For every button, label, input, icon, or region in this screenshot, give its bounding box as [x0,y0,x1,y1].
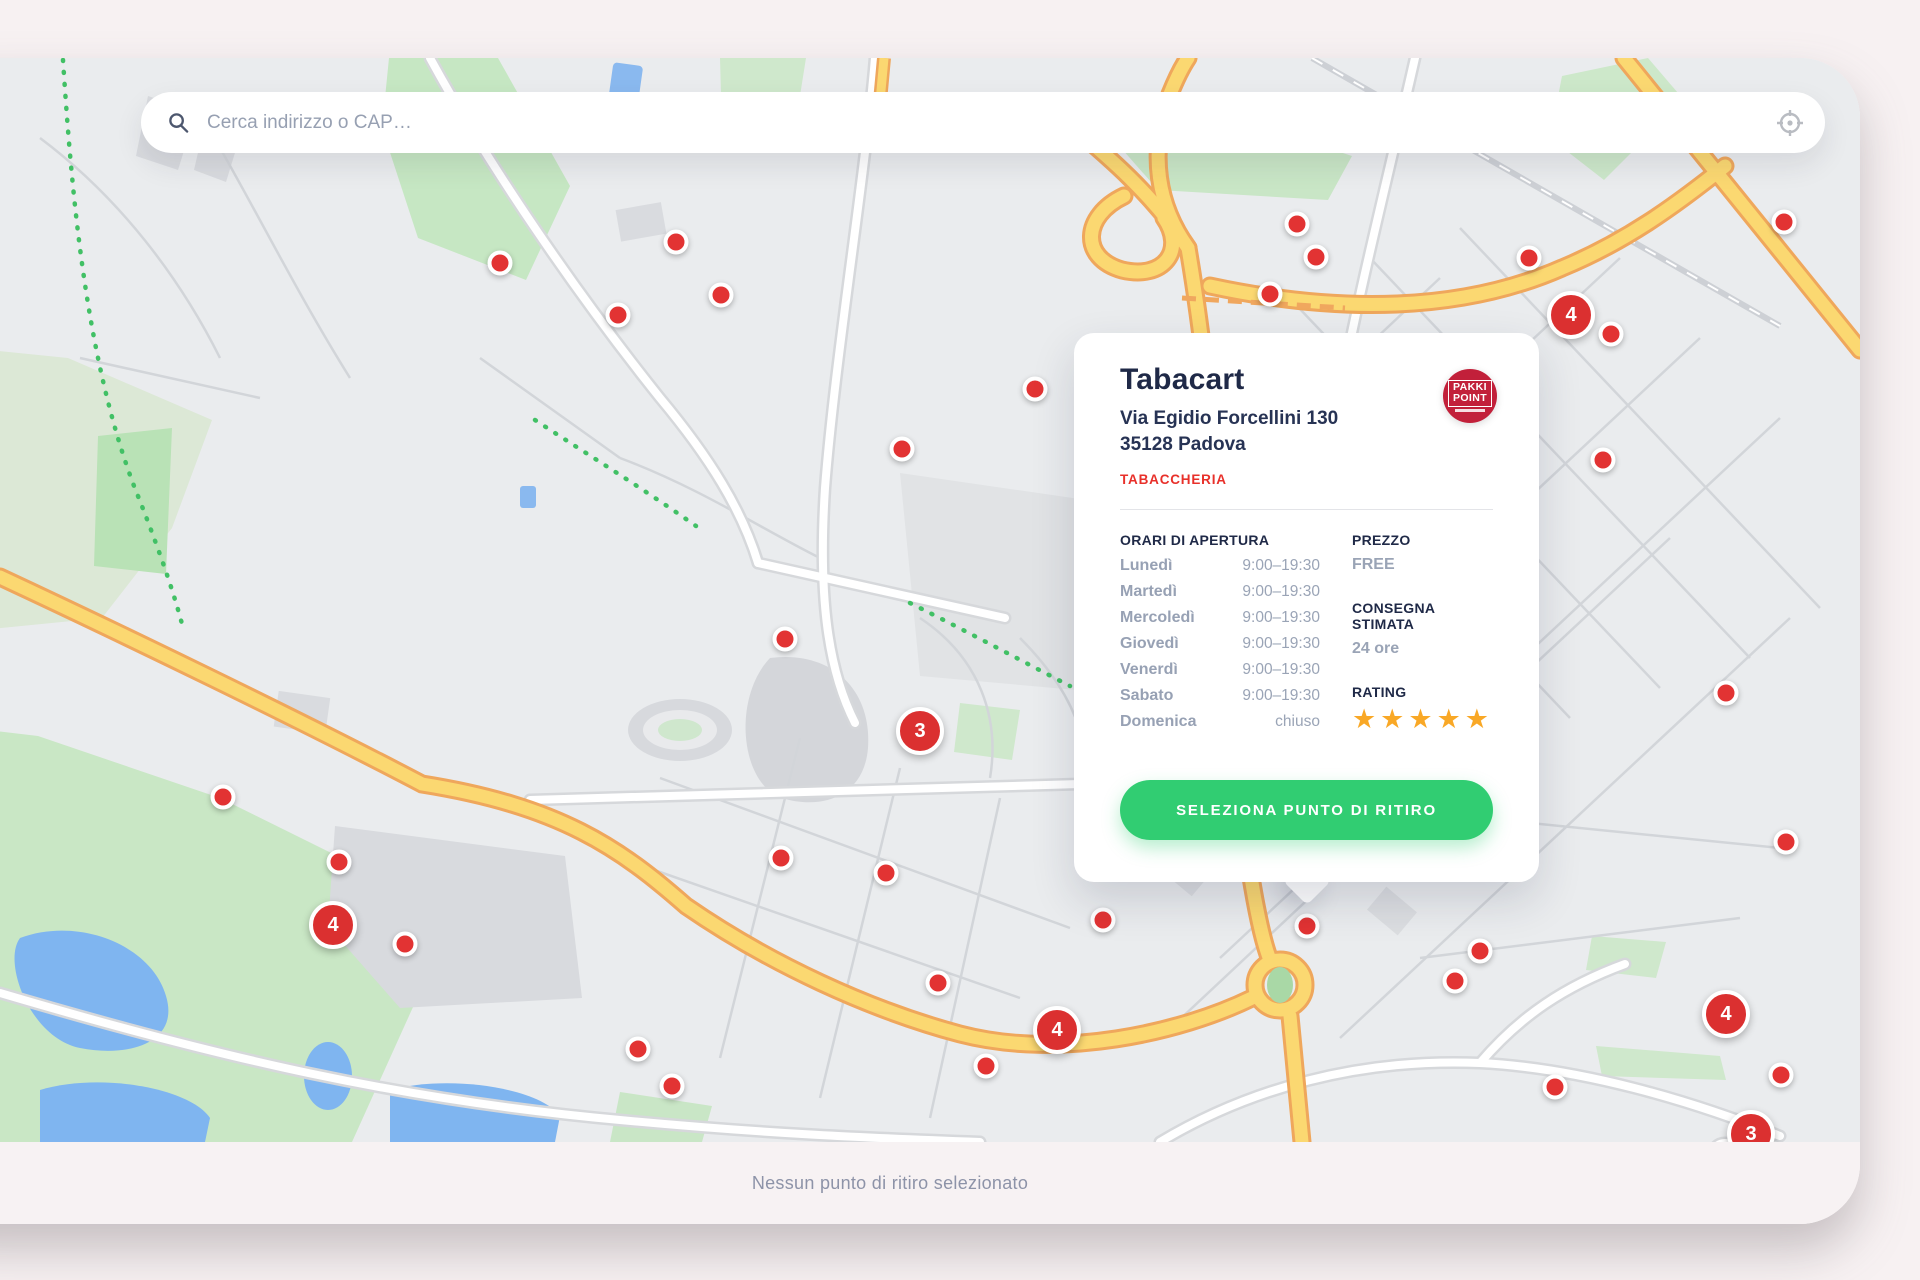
map-pin[interactable] [1542,1074,1568,1100]
map-pin[interactable] [1257,281,1283,307]
map-pin[interactable] [1516,245,1542,271]
map-pin[interactable] [1768,1062,1794,1088]
map-pin[interactable] [1590,447,1616,473]
map-pin[interactable] [663,229,689,255]
popup-address-line2: 35128 Padova [1120,434,1246,455]
map-pin[interactable] [659,1073,685,1099]
hours-heading: ORARI DI APERTURA [1120,532,1270,548]
map-pin[interactable] [1771,209,1797,235]
status-text: Nessun punto di ritiro selezionato [751,1172,1029,1193]
price-value: FREE [1351,556,1395,573]
hours-row: Venerdì 9:00–19:30 [1120,661,1320,678]
map-pin[interactable] [1442,968,1468,994]
map-pin[interactable] [708,282,734,308]
popup-category-badge: TABACCHERIA [1120,472,1227,487]
rating-stars: ★★★★★ [1351,704,1493,734]
popup-title: Tabacart [1120,363,1245,396]
cluster-marker[interactable]: 4 [1702,990,1750,1038]
search-input[interactable] [205,110,1825,135]
marker-layer: 4 3 4 4 4 3 [0,58,1860,1142]
delivery-value: 24 ore [1351,640,1400,657]
map-pin[interactable] [1284,211,1310,237]
map-pin[interactable] [625,1036,651,1062]
hours-row: Sabato 9:00–19:30 [1120,687,1320,704]
map-pin[interactable] [326,849,352,875]
hours-row: Lunedì 9:00–19:30 [1120,557,1320,574]
popup-divider [1120,509,1493,510]
delivery-section: CONSEGNA STIMATA 24 ore [1352,600,1493,658]
price-heading: PREZZO [1351,532,1411,548]
map-panel: 4 3 4 4 4 3 Tabacart Via Egidio Forcellini 13… [0,58,1860,1224]
search-icon [169,113,189,133]
status-bar: Nessun punto di ritiro selezionato [0,1142,1860,1224]
cluster-marker[interactable]: 4 [1033,1006,1081,1054]
map-pin[interactable] [889,436,915,462]
map-pin[interactable] [210,784,236,810]
map-pin[interactable] [1598,321,1624,347]
map-pin[interactable] [1090,907,1116,933]
rating-section: RATING ★★★★★ [1352,684,1493,734]
map-pin[interactable] [1773,829,1799,855]
delivery-heading: CONSEGNA STIMATA [1351,600,1435,632]
locate-me-button[interactable] [1775,108,1805,138]
cluster-marker[interactable]: 4 [1547,291,1595,339]
page: 4 3 4 4 4 3 Tabacart Via Egidio Forcellini 13… [0,0,1920,1280]
map-pin[interactable] [1713,680,1739,706]
pakkipoint-logo: PAKKI POINT [1443,369,1497,423]
rating-heading: RATING [1351,684,1407,700]
map-pin[interactable] [1022,376,1048,402]
hours-row: Martedì 9:00–19:30 [1120,583,1320,600]
logo-line2: POINT [1452,392,1488,405]
hours-row: Domenica chiuso [1120,713,1320,730]
map-pin[interactable] [873,860,899,886]
pickup-point-popup: Tabacart Via Egidio Forcellini 130 35128… [1074,333,1539,882]
map-pin[interactable] [925,970,951,996]
price-section: PREZZO FREE [1352,532,1493,574]
cluster-marker[interactable]: 3 [896,707,944,755]
map-pin[interactable] [768,845,794,871]
popup-address-line1: Via Egidio Forcellini 130 [1120,408,1339,429]
map-pin[interactable] [772,626,798,652]
map-pin[interactable] [487,250,513,276]
hours-row: Giovedì 9:00–19:30 [1120,635,1320,652]
selected-pin[interactable] [1294,913,1320,939]
map-pin[interactable] [392,931,418,957]
cluster-marker[interactable]: 4 [309,901,357,949]
cluster-marker[interactable]: 3 [1727,1110,1775,1142]
map-pin[interactable] [1467,938,1493,964]
map-pin[interactable] [1303,244,1329,270]
map-canvas[interactable]: 4 3 4 4 4 3 Tabacart Via Egidio Forcellini 13… [0,58,1860,1142]
crosshair-icon [1777,110,1803,136]
hours-row: Mercoledì 9:00–19:30 [1120,609,1320,626]
map-pin[interactable] [973,1053,999,1079]
logo-tagline [1455,409,1485,412]
search-bar [141,92,1825,153]
map-pin[interactable] [605,302,631,328]
opening-hours-section: ORARI DI APERTURA Lunedì 9:00–19:30 Marte… [1120,532,1320,734]
select-pickup-point-button[interactable]: SELEZIONA PUNTO DI RITIRO [1120,780,1493,840]
